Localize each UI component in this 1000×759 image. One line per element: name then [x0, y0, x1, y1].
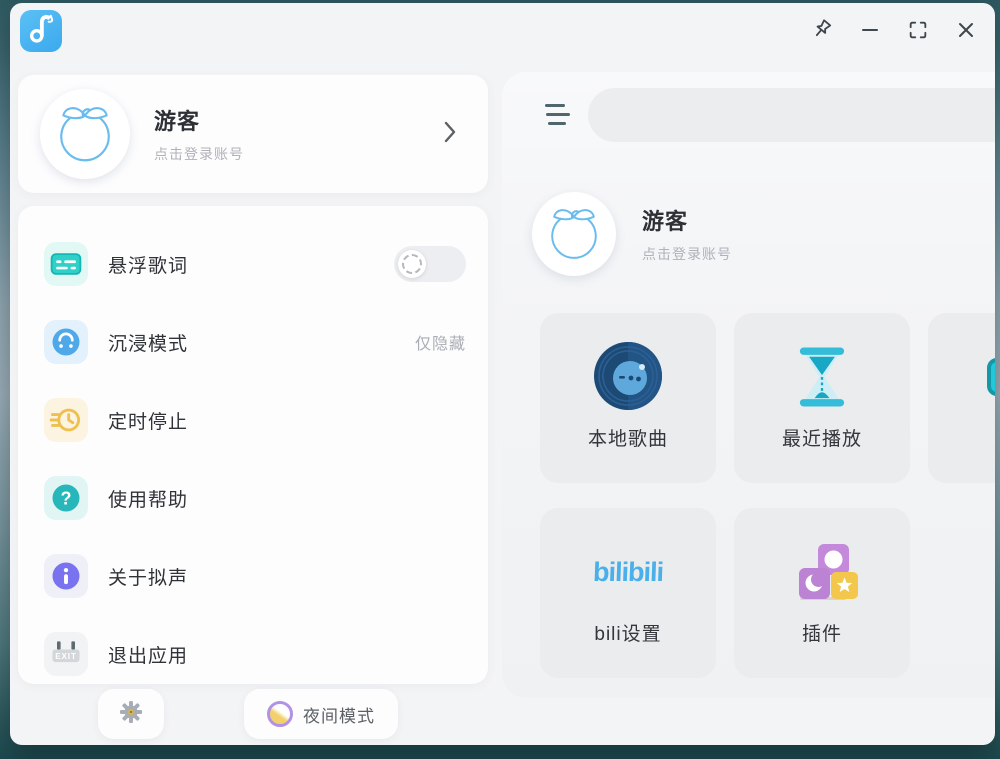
card-recent-played[interactable]: 最近播放	[734, 313, 910, 483]
login-texts: 游客 点击登录账号	[154, 104, 440, 164]
left-footer: 夜间模式	[10, 684, 502, 745]
night-mode-icon	[267, 701, 293, 727]
card-label: 插件	[802, 619, 842, 646]
user-name: 游客	[642, 204, 732, 236]
menu-item-help[interactable]: ? 使用帮助	[44, 459, 466, 537]
card-bili-settings[interactable]: bilibili bili设置	[540, 508, 716, 678]
tomato-avatar-icon	[541, 199, 607, 270]
card-plugins[interactable]: 插件	[734, 508, 910, 678]
menu-item-timer-stop[interactable]: 定时停止	[44, 381, 466, 459]
info-icon	[44, 554, 88, 598]
chevron-right-icon[interactable]	[440, 119, 460, 150]
app-window: 游客 点击登录账号 悬浮歌词	[10, 3, 995, 745]
immersive-mode-value: 仅隐藏	[415, 330, 466, 354]
hourglass-icon	[784, 339, 860, 415]
floating-lyrics-toggle[interactable]	[394, 246, 466, 282]
question-icon: ?	[44, 476, 88, 520]
main-login-row[interactable]: 游客 点击登录账号	[532, 192, 732, 276]
card-partial[interactable]	[928, 313, 995, 483]
settings-button[interactable]	[98, 689, 164, 739]
titlebar	[10, 3, 995, 61]
blocks-icon	[784, 534, 860, 610]
card-label: bili设置	[594, 619, 661, 646]
immersive-face-icon	[44, 320, 88, 364]
menu-item-immersive-mode[interactable]: 沉浸模式 仅隐藏	[44, 303, 466, 381]
svg-text:?: ?	[61, 488, 72, 508]
desktop: { "titlebar": { "controls": { "pin": "pi…	[0, 0, 1000, 759]
partial-teal-icon	[987, 358, 995, 396]
avatar	[40, 89, 130, 179]
avatar	[532, 192, 616, 276]
menu-label: 关于拟声	[108, 563, 188, 590]
exit-sign-icon: EXIT	[44, 632, 88, 676]
menu-item-about[interactable]: 关于拟声	[44, 537, 466, 615]
menu-item-exit[interactable]: EXIT 退出应用	[44, 615, 466, 684]
user-subtitle: 点击登录账号	[642, 244, 732, 264]
settings-menu: 悬浮歌词 沉浸模式 仅隐藏 定时停止	[18, 206, 488, 684]
window-controls	[809, 17, 979, 43]
menu-label: 退出应用	[108, 641, 188, 668]
card-label: 最近播放	[782, 424, 862, 451]
login-texts: 游客 点击登录账号	[642, 204, 732, 264]
card-local-songs[interactable]: 本地歌曲	[540, 313, 716, 483]
login-card[interactable]: 游客 点击登录账号	[18, 75, 488, 193]
lyrics-icon	[44, 242, 88, 286]
menu-label: 沉浸模式	[108, 329, 188, 356]
pin-icon[interactable]	[809, 17, 835, 43]
search-input[interactable]: 搜	[588, 88, 995, 142]
feature-grid: 本地歌曲 最近播放	[540, 313, 995, 678]
menu-lines-icon[interactable]	[544, 102, 570, 126]
night-mode-label: 夜间模式	[303, 702, 375, 727]
menu-item-floating-lyrics[interactable]: 悬浮歌词	[44, 225, 466, 303]
music-note-icon	[24, 12, 58, 51]
main-panel: 搜 游客 点击登录账号	[502, 72, 995, 698]
close-icon[interactable]	[953, 17, 979, 43]
timer-icon	[44, 398, 88, 442]
user-name: 游客	[154, 104, 440, 136]
menu-label: 定时停止	[108, 407, 188, 434]
vinyl-record-icon	[590, 339, 666, 415]
user-subtitle: 点击登录账号	[154, 144, 440, 164]
minimize-icon[interactable]	[857, 17, 883, 43]
app-logo	[20, 10, 62, 52]
bilibili-logo: bilibili	[590, 534, 666, 610]
menu-label: 使用帮助	[108, 485, 188, 512]
svg-text:EXIT: EXIT	[55, 652, 77, 661]
gear-icon	[118, 699, 144, 730]
card-label: 本地歌曲	[588, 424, 668, 451]
night-mode-button[interactable]: 夜间模式	[244, 689, 398, 739]
tomato-avatar-icon	[49, 96, 121, 173]
menu-label: 悬浮歌词	[108, 251, 188, 278]
maximize-icon[interactable]	[905, 17, 931, 43]
toggle-knob	[398, 250, 426, 278]
